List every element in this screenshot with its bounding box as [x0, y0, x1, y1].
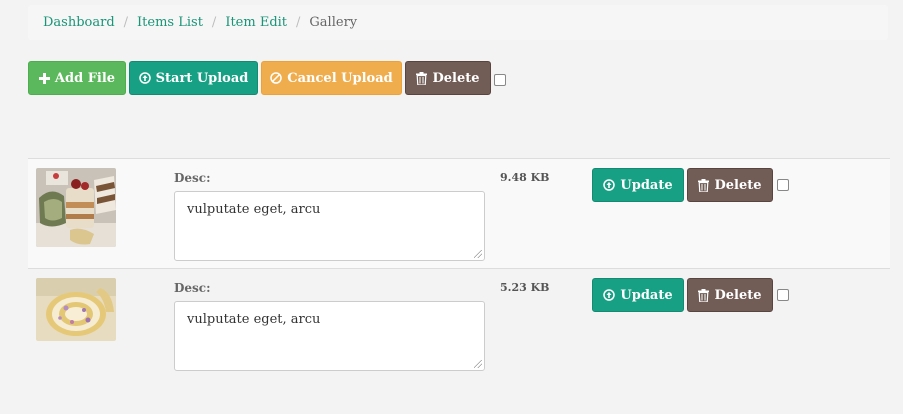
file-row: Desc: vulputate eget, arcu 9.48 KB Updat… [28, 158, 890, 268]
start-upload-button[interactable]: Start Upload [129, 61, 258, 95]
delete-selected-label: Delete [432, 70, 480, 86]
breadcrumb-dashboard[interactable]: Dashboard [43, 15, 115, 30]
upload-circle-icon [603, 289, 616, 301]
trash-icon [698, 288, 710, 302]
add-file-label: Add File [54, 70, 116, 86]
update-label: Update [620, 287, 673, 303]
desc-textarea[interactable]: vulputate eget, arcu [174, 301, 485, 371]
add-file-button[interactable]: Add File [28, 61, 126, 95]
trash-icon [698, 178, 710, 192]
update-button[interactable]: Update [592, 168, 684, 202]
delete-selected-button[interactable]: Delete [405, 61, 491, 95]
trash-icon [416, 71, 428, 85]
desc-value: vulputate eget, arcu [187, 312, 321, 327]
update-button[interactable]: Update [592, 278, 684, 312]
breadcrumb: Dashboard / Items List / Item Edit / Gal… [28, 5, 888, 40]
resize-handle[interactable] [474, 250, 482, 258]
plus-icon [38, 72, 50, 84]
ban-icon [270, 72, 283, 84]
delete-button[interactable]: Delete [687, 278, 773, 312]
breadcrumb-gallery: Gallery [309, 15, 358, 30]
breadcrumb-separator: / [123, 15, 129, 30]
desc-label: Desc: [174, 171, 211, 185]
upload-circle-icon [138, 72, 151, 84]
desc-label: Desc: [174, 281, 211, 295]
row-select-checkbox[interactable] [777, 289, 789, 301]
desc-value: vulputate eget, arcu [187, 202, 321, 217]
select-all-checkbox[interactable] [494, 74, 506, 86]
file-row: Desc: vulputate eget, arcu 5.23 KB Updat… [28, 268, 890, 378]
delete-label: Delete [714, 287, 762, 303]
breadcrumb-item-edit[interactable]: Item Edit [225, 15, 287, 30]
cake-slices-thumbnail[interactable] [36, 168, 116, 247]
file-size: 5.23 KB [500, 281, 550, 294]
cancel-upload-button[interactable]: Cancel Upload [261, 61, 402, 95]
delete-label: Delete [714, 177, 762, 193]
update-label: Update [620, 177, 673, 193]
resize-handle[interactable] [474, 360, 482, 368]
file-size: 9.48 KB [500, 171, 550, 184]
desc-textarea[interactable]: vulputate eget, arcu [174, 191, 485, 261]
breadcrumb-separator: / [296, 15, 301, 30]
upload-circle-icon [603, 179, 616, 191]
swiss-roll-thumbnail[interactable] [36, 278, 116, 341]
start-upload-label: Start Upload [155, 70, 249, 86]
cancel-upload-label: Cancel Upload [287, 70, 393, 86]
delete-button[interactable]: Delete [687, 168, 773, 202]
breadcrumb-items-list[interactable]: Items List [137, 15, 203, 30]
breadcrumb-separator: / [211, 15, 217, 30]
row-select-checkbox[interactable] [777, 179, 789, 191]
